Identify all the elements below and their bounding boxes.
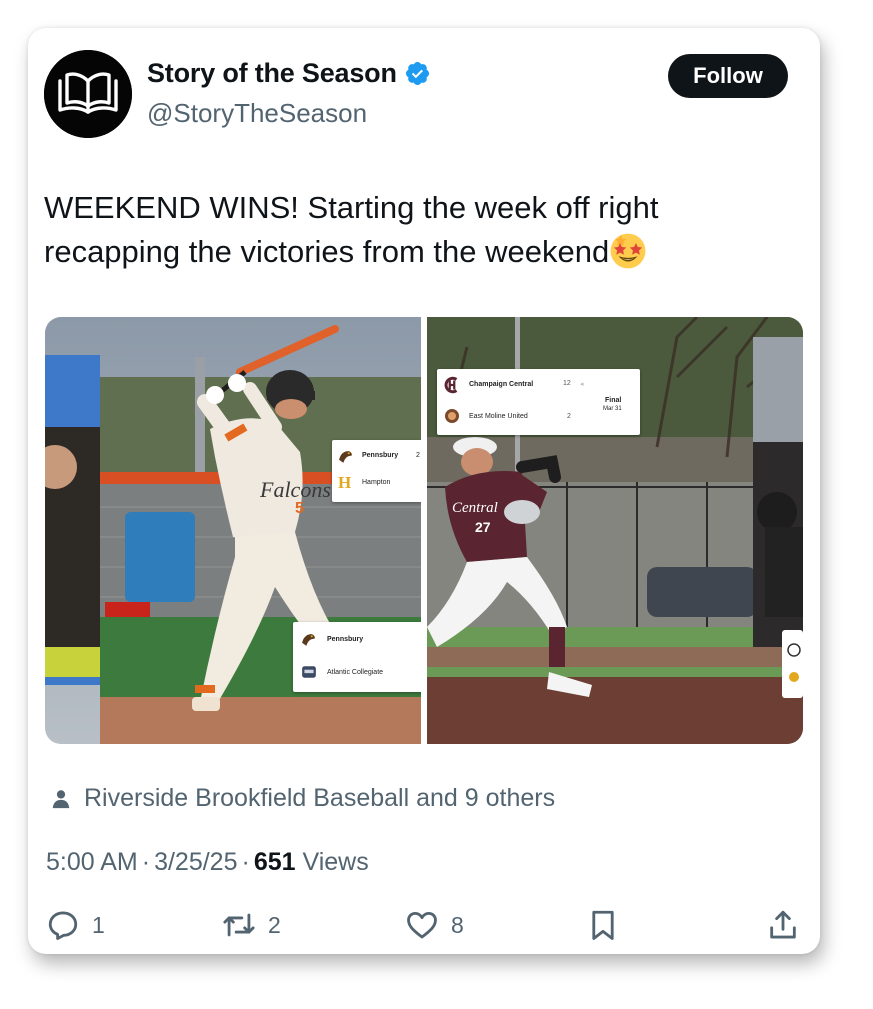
svg-text:5: 5 xyxy=(295,500,304,517)
scorecard-pennsbury-hampton: Pennsbury 2 H Hampton xyxy=(332,440,421,502)
avatar[interactable] xyxy=(44,50,132,138)
views-label: Views xyxy=(302,848,369,876)
tweet-media[interactable]: Falcons 5 Pennsbury 2 H Hampton Pennsbur… xyxy=(45,317,803,744)
photo-batter[interactable]: Falcons 5 Pennsbury 2 H Hampton Pennsbur… xyxy=(45,317,421,744)
hawk-logo-icon xyxy=(302,634,315,646)
views-count: 651 xyxy=(253,848,296,876)
hampton-logo-icon: H xyxy=(338,473,352,492)
svg-text:27: 27 xyxy=(475,519,491,535)
photo-pitcher[interactable]: Central 27 Champaign Central 12 ◂ East M… xyxy=(427,317,803,744)
atlantic-collegiate-logo-icon xyxy=(302,666,316,678)
share-button[interactable] xyxy=(766,908,800,942)
score-pennsbury-top: 2 xyxy=(416,452,420,459)
team-champaign-central: Champaign Central xyxy=(469,381,534,388)
name-row: Story of the Season xyxy=(147,58,431,89)
verified-badge-icon xyxy=(405,61,429,86)
team-east-moline-united: East Moline United xyxy=(469,413,528,420)
handle[interactable]: @StoryTheSeason xyxy=(147,98,367,129)
separator-dot: · xyxy=(141,848,151,876)
bookmark-icon xyxy=(592,910,614,940)
score-champaign-central: 12 xyxy=(563,380,571,387)
tweet-meta: 5:00 AM · 3/25/25 · 651 Views xyxy=(46,848,369,877)
game-status: Final xyxy=(605,397,622,404)
score-east-moline: 2 xyxy=(567,413,571,420)
like-button[interactable]: 8 xyxy=(405,908,464,942)
tweet-card: Story of the Season @StoryTheSeason Foll… xyxy=(28,28,820,954)
follow-button[interactable]: Follow xyxy=(668,54,788,98)
bookmark-button[interactable] xyxy=(586,908,620,942)
retweet-icon xyxy=(223,913,255,937)
winner-caret-icon: ◂ xyxy=(580,381,584,388)
scorecard-pennsbury-atlantic: Pennsbury Atlantic Collegiate xyxy=(293,622,421,692)
retweet-button[interactable]: 2 xyxy=(222,908,281,942)
reply-count: 1 xyxy=(92,911,105,938)
champaign-central-logo-icon xyxy=(444,376,458,394)
hawk-logo-icon xyxy=(339,451,352,463)
retweet-count: 2 xyxy=(268,911,281,938)
svg-text:Falcons: Falcons xyxy=(259,477,331,502)
social-context[interactable]: Riverside Brookfield Baseball and 9 othe… xyxy=(50,784,555,813)
reply-icon xyxy=(48,911,78,940)
team-hampton: Hampton xyxy=(362,479,391,486)
east-moline-logo-icon xyxy=(445,409,459,423)
social-context-text: Riverside Brookfield Baseball and 9 othe… xyxy=(84,784,556,812)
scorecard-champaign-east-moline: Champaign Central 12 ◂ East Moline Unite… xyxy=(437,369,640,435)
reply-button[interactable]: 1 xyxy=(46,908,105,942)
tweet-text: WEEKEND WINS! Starting the week off righ… xyxy=(44,186,784,274)
team-atlantic-collegiate: Atlantic Collegiate xyxy=(327,669,384,676)
open-book-logo-icon xyxy=(44,50,132,138)
display-name[interactable]: Story of the Season xyxy=(147,58,397,89)
tweet-time[interactable]: 5:00 AM xyxy=(46,848,138,876)
share-icon xyxy=(770,910,796,939)
heart-icon xyxy=(407,911,437,939)
star-struck-emoji-icon xyxy=(610,233,646,269)
like-count: 8 xyxy=(451,911,464,938)
team-pennsbury-bottom: Pennsbury xyxy=(327,636,364,643)
game-date: Mar 31 xyxy=(603,406,622,412)
person-icon xyxy=(52,789,70,808)
tweet-date[interactable]: 3/25/25 xyxy=(154,848,237,876)
tweet-body: WEEKEND WINS! Starting the week off righ… xyxy=(44,190,659,269)
separator-dot: · xyxy=(241,848,250,876)
team-pennsbury-top: Pennsbury xyxy=(362,452,399,459)
svg-text:Central: Central xyxy=(452,500,498,516)
